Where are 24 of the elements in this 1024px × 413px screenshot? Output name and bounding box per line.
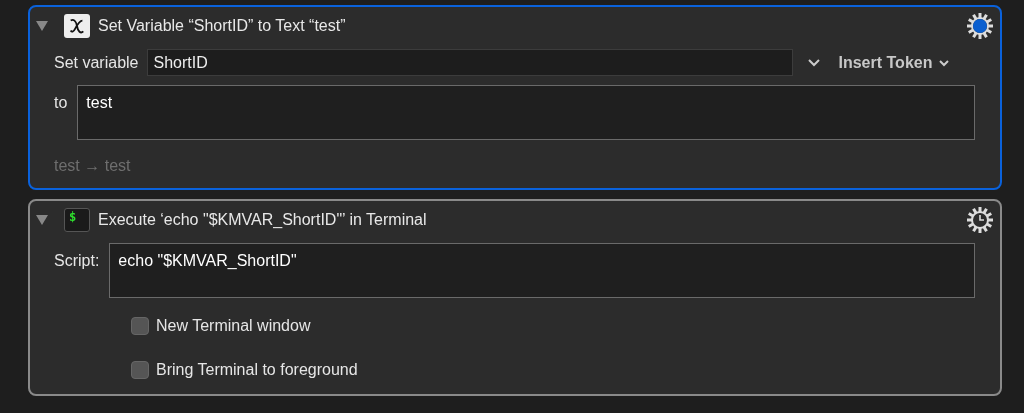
gear-icon[interactable] (966, 206, 994, 234)
terminal-icon: $ (64, 208, 90, 232)
disclosure-triangle-icon[interactable] (36, 215, 48, 225)
gear-icon[interactable] (966, 12, 994, 40)
action-card[interactable]: $ Execute ‘echo "$KMVAR_ShortID"’ in Terminal Script: echo "$KMVAR_ShortID" New Terminal window Bring Terminal to foreground (28, 199, 1002, 396)
dropdown-chevron-icon[interactable] (806, 57, 821, 68)
preview-text: test → test (54, 156, 132, 176)
insert-token-button[interactable]: Insert Token (838, 50, 951, 75)
field-label: Set variable (54, 52, 139, 73)
variable-name-field[interactable]: ShortID (146, 49, 793, 76)
text-field[interactable]: test (77, 85, 975, 140)
field-label: to (54, 93, 68, 113)
checkbox-label: Bring Terminal to foreground (156, 360, 358, 380)
action-title: Set Variable “ShortID” to Text “test” (98, 16, 346, 36)
field-label: Script: (54, 251, 100, 271)
disclosure-triangle-icon[interactable] (36, 21, 48, 31)
checkbox[interactable] (131, 361, 149, 379)
action-card[interactable]: Set Variable “ShortID” to Text “test” Set variable ShortID Insert Token to test test → test (28, 5, 1002, 190)
checkbox-label: New Terminal window (156, 316, 311, 336)
variable-icon (64, 14, 90, 38)
checkbox[interactable] (131, 317, 149, 335)
script-field[interactable]: echo "$KMVAR_ShortID" (109, 243, 975, 298)
action-title: Execute ‘echo "$KMVAR_ShortID"’ in Terminal (98, 210, 427, 230)
chevron-icon (938, 57, 951, 68)
